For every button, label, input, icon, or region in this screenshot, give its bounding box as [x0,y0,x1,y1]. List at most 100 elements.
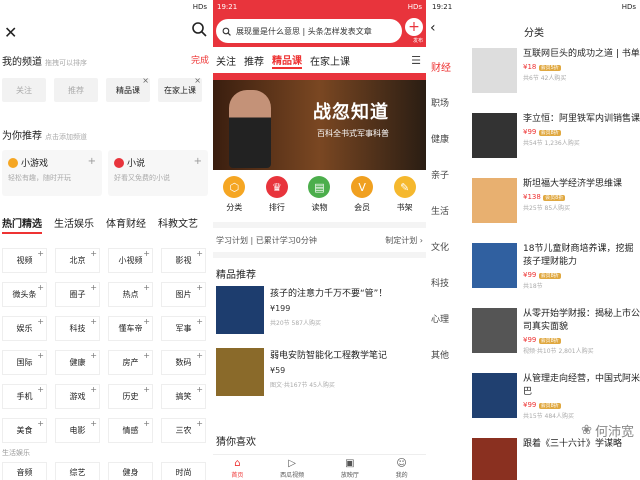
add-icon[interactable]: + [196,351,203,360]
course-item[interactable]: 弱电安防智能化工程教学笔记 ¥59 图文·共167节 45人购买 [216,348,420,396]
category-item[interactable]: 科技 [428,264,458,300]
add-icon[interactable]: + [37,317,44,326]
channel-chip[interactable]: 推荐 [54,78,98,102]
add-icon[interactable]: + [37,385,44,394]
menu-icon[interactable]: ☰ [411,54,421,67]
add-icon[interactable]: + [143,283,150,292]
channel-cell[interactable]: 三农 + [161,418,206,443]
nav-item[interactable]: ⌂ 首页 [231,455,243,480]
add-icon[interactable]: + [90,351,97,360]
add-icon[interactable]: + [143,385,150,394]
add-icon[interactable]: + [37,419,44,428]
category-item[interactable]: 文化 [428,228,458,264]
channel-chip[interactable]: 关注 [2,78,46,102]
publish-button[interactable]: + [405,18,423,36]
channel-cell[interactable]: 数码 + [161,350,206,375]
search-icon[interactable] [191,21,207,37]
close-icon[interactable]: ✕ [4,23,17,42]
add-icon[interactable]: + [90,249,97,258]
channel-cell[interactable]: 军事 + [161,316,206,341]
study-plan-bar[interactable]: 学习计划 | 已累计学习0分钟 制定计划 › [213,228,426,252]
add-icon[interactable]: + [143,351,150,360]
feed-tab[interactable]: 在家上课 [310,53,350,68]
add-icon[interactable]: + [37,283,44,292]
add-icon[interactable]: + [37,249,44,258]
channel-cell[interactable]: 视频 + [2,248,47,273]
back-icon[interactable]: ‹ [430,20,436,36]
category-tab[interactable]: 热门精选 [2,215,42,234]
channel-cell[interactable]: 综艺 [55,462,100,480]
category-item[interactable]: 生活 [428,192,458,228]
nav-item[interactable]: ▷ 西瓜视频 [280,455,304,480]
category-item[interactable]: 健康 [428,120,458,156]
recommend-card[interactable]: 小游戏 轻松有趣，随时开玩 + [2,150,102,196]
channel-cell[interactable]: 懂车帝 + [108,316,153,341]
channel-cell[interactable]: 娱乐 + [2,316,47,341]
channel-cell[interactable]: 美食 + [2,418,47,443]
channel-cell[interactable]: 历史 + [108,384,153,409]
category-tab[interactable]: 生活娱乐 [54,215,94,234]
course-item[interactable]: 跟着《三十六计》学谋略 [472,438,640,480]
add-icon[interactable]: + [196,283,203,292]
shortcut-0[interactable]: ⬡ 分类 [223,176,246,222]
channel-cell[interactable]: 搞笑 + [161,384,206,409]
channel-cell[interactable]: 热点 + [108,282,153,307]
course-item[interactable]: 从零开始学财报：揭秘上市公司真实面貌 ¥99 会员8折 视频·共10节 2,801人… [472,308,640,373]
search-input[interactable]: 展现量是什么意思 | 头条怎样发表文章 [216,19,402,43]
add-icon[interactable]: + [143,249,150,258]
add-icon[interactable]: + [90,317,97,326]
add-icon[interactable]: + [194,156,202,167]
add-icon[interactable]: + [90,419,97,428]
channel-chip[interactable]: 精品课 × [106,76,150,102]
channel-cell[interactable]: 房产 + [108,350,153,375]
course-item[interactable]: 孩子的注意力千万不要“管”！ ¥199 共20节 587人购买 [216,286,420,334]
channel-cell[interactable]: 健身 [108,462,153,480]
add-icon[interactable]: + [90,283,97,292]
channel-cell[interactable]: 电影 + [55,418,100,443]
nav-item[interactable]: ▣ 放映厅 [341,455,359,480]
add-icon[interactable]: + [90,385,97,394]
add-icon[interactable]: + [196,385,203,394]
channel-cell[interactable]: 国际 + [2,350,47,375]
category-item[interactable]: 其他 [428,336,458,372]
channel-cell[interactable]: 手机 + [2,384,47,409]
channel-cell[interactable]: 情感 + [108,418,153,443]
shortcut-4[interactable]: ✎ 书架 [393,176,416,222]
add-icon[interactable]: + [196,419,203,428]
category-item[interactable]: 职场 [428,84,458,120]
category-tab[interactable]: 科教文艺 [158,215,198,234]
make-plan-link[interactable]: 制定计划 › [385,235,423,246]
add-icon[interactable]: + [196,249,203,258]
channel-cell[interactable]: 北京 + [55,248,100,273]
channel-cell[interactable]: 图片 + [161,282,206,307]
course-item[interactable]: 互联网巨头的成功之道 | 书单 ¥18 会员5折 共6节 42人购买 [472,48,640,113]
category-tab[interactable]: 体育财经 [106,215,146,234]
add-icon[interactable]: + [196,317,203,326]
feed-tab[interactable]: 精品课 [272,52,302,69]
done-button[interactable]: 完成 [191,53,209,66]
channel-cell[interactable]: 游戏 + [55,384,100,409]
category-item[interactable]: 财经 [428,48,458,84]
category-item[interactable]: 心理 [428,300,458,336]
channel-cell[interactable]: 影视 + [161,248,206,273]
shortcut-1[interactable]: ♛ 排行 [265,176,288,222]
remove-icon[interactable]: × [194,76,201,85]
channel-cell[interactable]: 小视频 + [108,248,153,273]
course-item[interactable]: 18节儿童财商培养课，挖掘孩子理财能力 ¥99 会员8折 共18节 [472,243,640,308]
add-icon[interactable]: + [88,156,96,167]
channel-cell[interactable]: 科技 + [55,316,100,341]
channel-cell[interactable]: 圈子 + [55,282,100,307]
promo-banner[interactable]: 战忽知道 百科全书式军事科普 [213,80,426,170]
channel-cell[interactable]: 音频 [2,462,47,480]
channel-cell[interactable]: 时尚 [161,462,206,480]
channel-cell[interactable]: 健康 + [55,350,100,375]
feed-tab[interactable]: 关注 [216,53,236,68]
channel-cell[interactable]: 微头条 + [2,282,47,307]
shortcut-3[interactable]: V 会员 [351,176,374,222]
feed-tab[interactable]: 推荐 [244,53,264,68]
course-item[interactable]: 李立恒：阿里铁军内训销售课 ¥99 会员8折 共54节 1,236人购买 [472,113,640,178]
add-icon[interactable]: + [143,317,150,326]
shortcut-2[interactable]: ▤ 读物 [308,176,331,222]
add-icon[interactable]: + [37,351,44,360]
category-item[interactable]: 亲子 [428,156,458,192]
